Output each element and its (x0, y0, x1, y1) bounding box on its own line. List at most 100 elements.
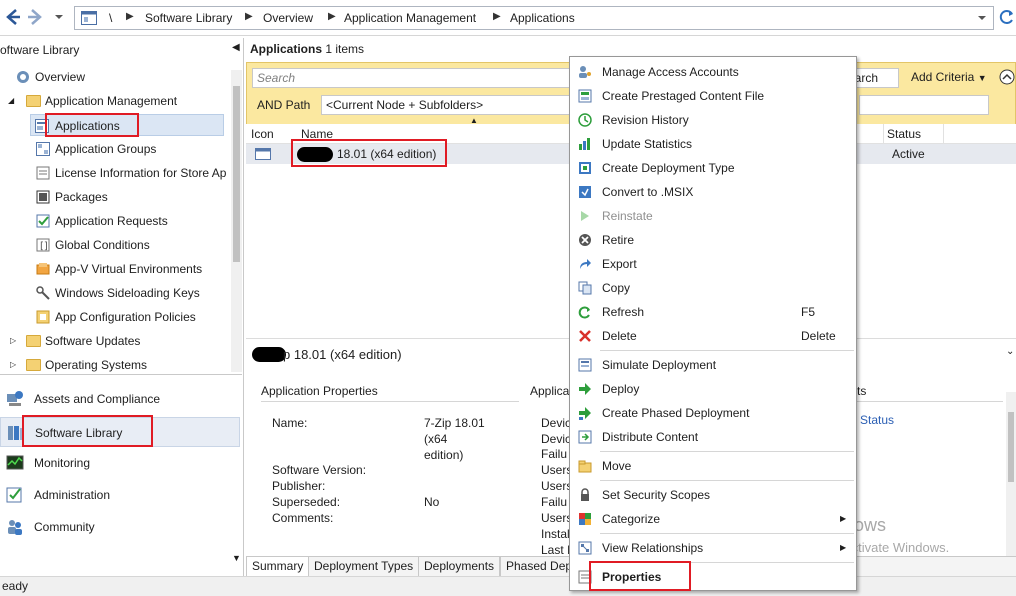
section-application-stats: Applica (530, 384, 570, 398)
menu-item-set-security-scopes[interactable]: Set Security Scopes (570, 483, 856, 507)
label-comments: Comments: (272, 511, 334, 525)
application-groups-icon (36, 142, 50, 156)
menu-item-create-prestaged-content[interactable]: Create Prestaged Content File (570, 84, 856, 108)
menu-item-revision-history[interactable]: Revision History (570, 108, 856, 132)
details-collapse-icon[interactable]: ⌄ (1006, 346, 1014, 357)
address-bar[interactable]: \ ▶ Software Library ▶ Overview ▶ Applic… (74, 6, 994, 30)
access-accounts-icon (579, 66, 591, 78)
and-path-label: AND Path (257, 98, 311, 112)
menu-item-manage-access-accounts[interactable]: Manage Access Accounts (570, 60, 856, 84)
menu-item-retire[interactable]: Retire (570, 228, 856, 252)
column-divider (883, 124, 884, 144)
add-criteria-button[interactable]: Add Criteria ▼ (911, 70, 987, 84)
expanded-arrow-icon[interactable]: ◢ (8, 90, 14, 112)
menu-item-categorize[interactable]: Categorize ▶ (570, 507, 856, 531)
breadcrumb-root[interactable]: \ (109, 11, 112, 25)
section-application-properties: Application Properties (261, 384, 378, 398)
menu-item-update-statistics[interactable]: Update Statistics (570, 132, 856, 156)
forward-button[interactable] (26, 6, 46, 28)
menu-item-copy[interactable]: Copy (570, 276, 856, 300)
menu-item-create-deployment-type[interactable]: Create Deployment Type (570, 156, 856, 180)
relationships-icon (578, 541, 592, 555)
menu-item-export[interactable]: Export (570, 252, 856, 276)
tab-phased-deployments[interactable]: Phased Dep (500, 557, 579, 577)
breadcrumb-overview[interactable]: Overview (263, 11, 313, 25)
menu-separator (600, 350, 854, 351)
path-value-field-end[interactable] (859, 95, 989, 115)
collapse-criteria-icon[interactable] (999, 69, 1016, 87)
menu-item-refresh[interactable]: Refresh F5 (570, 300, 856, 324)
menu-item-move[interactable]: Move (570, 454, 856, 478)
menu-item-delete[interactable]: Delete Delete (570, 324, 856, 348)
tree-scrollbar-thumb[interactable] (233, 86, 240, 262)
administration-icon (6, 487, 22, 503)
forward-arrow-icon (28, 9, 42, 25)
breadcrumb-separator: ▶ (245, 11, 253, 22)
collapse-pane-icon[interactable]: ◀ (232, 42, 240, 53)
menu-item-deploy[interactable]: Deploy (570, 377, 856, 401)
tab-summary[interactable]: Summary (246, 557, 310, 577)
sort-ascending-icon: ▲ (470, 116, 478, 125)
menu-item-create-phased-deployment[interactable]: Create Phased Deployment (570, 401, 856, 425)
workspace-community[interactable]: Community (0, 512, 240, 542)
menu-item-distribute-content[interactable]: Distribute Content (570, 425, 856, 449)
folder-tree: Overview ◢ Application Management Applic… (0, 62, 232, 378)
details-title: p 18.01 (x64 edition) (283, 347, 402, 362)
column-status[interactable]: Status (887, 127, 921, 141)
reinstate-icon (581, 211, 589, 221)
key-icon (36, 286, 50, 300)
distribute-icon (578, 430, 592, 444)
retire-icon (579, 234, 591, 246)
column-icon[interactable]: Icon (251, 127, 274, 141)
navigation-bar: \ ▶ Software Library ▶ Overview ▶ Applic… (0, 0, 1016, 36)
value-name-line2: (x64 (424, 432, 448, 446)
tree-scrollbar[interactable] (231, 70, 242, 372)
redacted-text (252, 347, 286, 362)
tree-item-overview[interactable]: Overview (14, 66, 230, 88)
tab-deployments[interactable]: Deployments (418, 557, 501, 577)
tab-deployment-types[interactable]: Deployment Types (308, 557, 420, 577)
assets-icon (7, 391, 23, 406)
workspace-monitoring[interactable]: Monitoring (0, 448, 240, 478)
address-dropdown-icon[interactable] (977, 13, 987, 23)
results-title: Applications (250, 42, 323, 56)
workspace-scroll-down-icon[interactable]: ▼ (232, 553, 241, 563)
breadcrumb-application-management[interactable]: Application Management (344, 11, 476, 25)
label-superseded: Superseded: (272, 495, 341, 509)
menu-item-convert-to-msix[interactable]: Convert to .MSIX (570, 180, 856, 204)
tree-item-application-management[interactable]: ◢ Application Management (8, 90, 230, 112)
breadcrumb-separator: ▶ (126, 11, 134, 22)
delete-icon (579, 330, 591, 342)
shortcut-refresh: F5 (801, 305, 816, 319)
highlight-application-row (291, 139, 447, 167)
menu-item-view-relationships[interactable]: View Relationships ▶ (570, 536, 856, 560)
menu-item-reinstate[interactable]: Reinstate (570, 204, 856, 228)
status-link[interactable]: Status (860, 413, 894, 427)
workspace-assets-and-compliance[interactable]: Assets and Compliance (0, 384, 240, 414)
workspace-title: oftware Library (0, 43, 80, 57)
workspace-administration[interactable]: Administration (0, 480, 240, 510)
collapsed-arrow-icon[interactable]: ▷ (10, 330, 16, 352)
appv-icon (36, 263, 50, 275)
deployment-type-icon (579, 162, 591, 174)
refresh-nav-button[interactable] (999, 8, 1015, 26)
menu-separator (600, 451, 854, 452)
details-scrollbar-thumb[interactable] (1008, 412, 1014, 482)
folder-icon (26, 95, 41, 107)
overview-icon (17, 71, 29, 83)
stat-label: Users (541, 511, 573, 525)
details-scrollbar[interactable] (1006, 392, 1016, 556)
highlight-software-library (22, 415, 153, 447)
statistics-icon (579, 138, 590, 150)
results-count: 1 items (325, 42, 365, 56)
search-input[interactable]: Search (252, 68, 572, 88)
submenu-arrow-icon: ▶ (840, 543, 847, 552)
breadcrumb-applications[interactable]: Applications (510, 11, 575, 25)
history-dropdown[interactable] (54, 10, 64, 24)
collapsed-arrow-icon[interactable]: ▷ (10, 354, 16, 376)
back-button[interactable] (2, 6, 22, 28)
packages-icon (36, 190, 50, 204)
section-divider (261, 401, 519, 402)
breadcrumb-software-library[interactable]: Software Library (145, 11, 232, 25)
menu-item-simulate-deployment[interactable]: Simulate Deployment (570, 353, 856, 377)
